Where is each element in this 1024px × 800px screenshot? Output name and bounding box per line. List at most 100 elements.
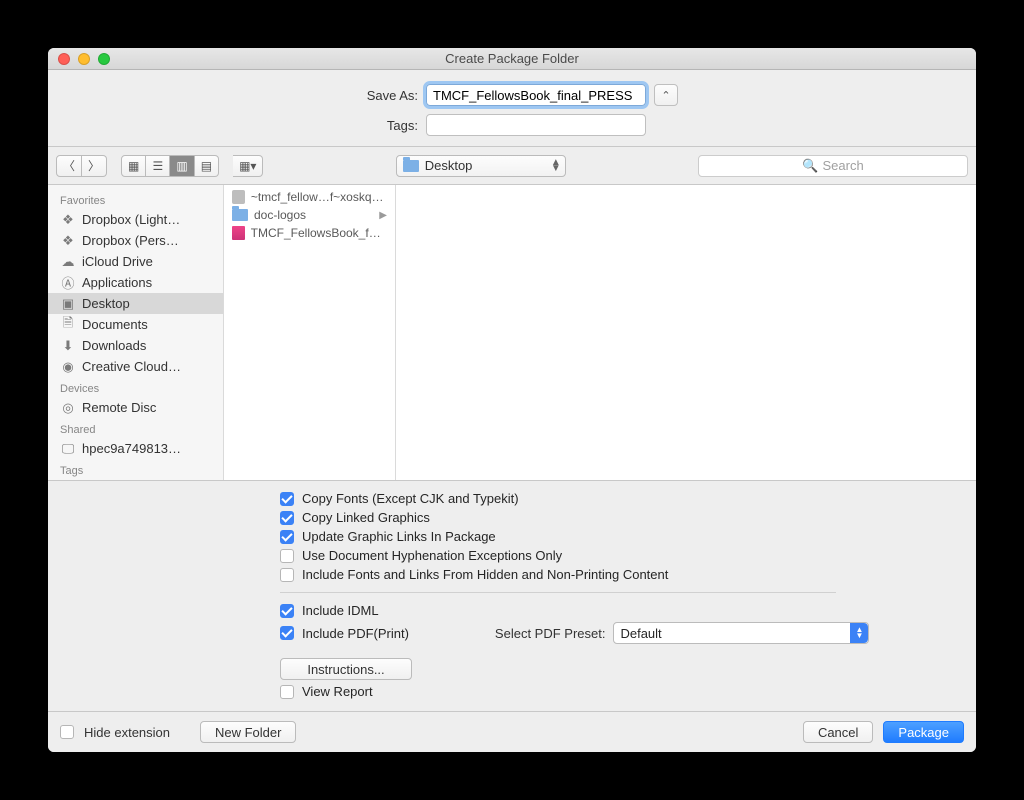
hide-extension-checkbox[interactable] (60, 725, 74, 739)
lock-icon (232, 190, 245, 204)
apps-icon: Ⓐ (60, 275, 76, 290)
file-column: ~tmcf_fellow…f~xoskqe.idlk doc-logos ▶ TMCF… (224, 185, 396, 480)
browser-toolbar: 〈 〉 ▦ ☰ ▥ ▤ ▦▾ Desktop ▲▼ 🔍 Search (48, 147, 976, 185)
include-idml-label: Include IDML (302, 603, 379, 618)
sidebar-header: Devices (48, 377, 223, 397)
sidebar-item-label: Creative Cloud… (82, 359, 181, 374)
columns-icon: ▥ (176, 159, 187, 173)
sidebar-item[interactable]: ❖ Dropbox (Pers… (48, 230, 223, 251)
sidebar-item-label: Dropbox (Pers… (82, 233, 179, 248)
cc-icon: ◉ (60, 359, 76, 374)
hyphenation-checkbox[interactable] (280, 549, 294, 563)
sidebar-item-label: Remote Disc (82, 400, 156, 415)
chevron-up-icon: ⌃ (661, 89, 670, 102)
sidebar-item[interactable]: ◎ Remote Disc (48, 397, 223, 418)
list-view-button[interactable]: ☰ (146, 155, 170, 177)
search-icon: 🔍 (802, 158, 818, 174)
file-row[interactable]: TMCF_FellowsBook_f1.indd (224, 224, 395, 242)
sidebar-item[interactable]: ⬇Downloads (48, 335, 223, 356)
sidebar-item-label: Applications (82, 275, 152, 290)
sidebar-item-label: Dropbox (Light… (82, 212, 180, 227)
updown-icon: ▲▼ (551, 160, 561, 172)
arrange-icon: ▦▾ (239, 159, 256, 173)
sidebar-item[interactable]: 🗎Documents (48, 314, 223, 335)
sidebar-item-label: Desktop (82, 296, 130, 311)
file-row[interactable]: doc-logos ▶ (224, 206, 395, 224)
sidebar-item[interactable]: ▣ Desktop (48, 293, 223, 314)
create-package-window: Create Package Folder Save As: ⌃ Tags: 〈… (48, 48, 976, 752)
chevron-left-icon: 〈 (63, 157, 75, 174)
pc-icon: 🖵 (60, 441, 76, 456)
file-row[interactable]: ~tmcf_fellow…f~xoskqe.idlk (224, 188, 395, 206)
hide-extension-label: Hide extension (84, 725, 170, 740)
save-as-input[interactable] (426, 84, 646, 106)
list-icon: ☰ (152, 159, 163, 173)
hidden-content-label: Include Fonts and Links From Hidden and … (302, 567, 668, 582)
package-button[interactable]: Package (883, 721, 964, 743)
hyphenation-label: Use Document Hyphenation Exceptions Only (302, 548, 562, 563)
file-browser: Favorites❖Dropbox (Light…❖Dropbox (Pers…… (48, 185, 976, 481)
sidebar-item-label: Downloads (82, 338, 146, 353)
new-folder-button[interactable]: New Folder (200, 721, 296, 743)
forward-button[interactable]: 〉 (82, 155, 107, 177)
window-title: Create Package Folder (48, 51, 976, 66)
indd-icon (232, 226, 245, 240)
search-placeholder: Search (822, 158, 863, 173)
sidebar-header: Tags (48, 459, 223, 479)
tags-input[interactable] (426, 114, 646, 136)
pdf-preset-select[interactable]: Default ▲▼ (613, 622, 869, 644)
dropbox-icon: ❖ (60, 212, 76, 227)
column-view: ~tmcf_fellow…f~xoskqe.idlk doc-logos ▶ TMCF… (224, 185, 976, 480)
sidebar-item[interactable]: ❖ Dropbox (Light… (48, 209, 223, 230)
sidebar-item[interactable]: ☁iCloud Drive (48, 251, 223, 272)
icon-view-button[interactable]: ▦ (121, 155, 146, 177)
update-links-label: Update Graphic Links In Package (302, 529, 496, 544)
sidebar-item-label: Documents (82, 317, 148, 332)
copy-graphics-checkbox[interactable] (280, 511, 294, 525)
expand-browser-button[interactable]: ⌃ (654, 84, 678, 106)
arrange-button[interactable]: ▦▾ (233, 155, 263, 177)
disc-icon: ◎ (60, 400, 76, 415)
file-column-empty (396, 185, 976, 480)
chevron-right-icon: ▶ (379, 210, 387, 221)
folder-icon (232, 209, 248, 221)
update-links-checkbox[interactable] (280, 530, 294, 544)
titlebar: Create Package Folder (48, 48, 976, 70)
include-pdf-checkbox[interactable] (280, 626, 294, 640)
coverflow-view-button[interactable]: ▤ (195, 155, 219, 177)
dropbox-icon: ❖ (60, 233, 76, 248)
updown-icon: ▲▼ (850, 623, 868, 643)
view-report-checkbox[interactable] (280, 685, 294, 699)
instructions-button[interactable]: Instructions... (280, 658, 412, 680)
sidebar: Favorites❖Dropbox (Light…❖Dropbox (Pers…… (48, 185, 224, 480)
divider (280, 592, 836, 593)
sidebar-header: Shared (48, 418, 223, 438)
save-area: Save As: ⌃ Tags: (48, 70, 976, 147)
search-field[interactable]: 🔍 Search (698, 155, 968, 177)
location-popup[interactable]: Desktop ▲▼ (396, 155, 566, 177)
cancel-button[interactable]: Cancel (803, 721, 873, 743)
save-as-label: Save As: (48, 88, 418, 103)
sidebar-item[interactable]: Ⓐ Applications (48, 272, 223, 293)
copy-graphics-label: Copy Linked Graphics (302, 510, 430, 525)
file-name: doc-logos (254, 208, 306, 222)
desktop-icon: ▣ (60, 296, 76, 311)
include-idml-checkbox[interactable] (280, 604, 294, 618)
location-label: Desktop (425, 158, 473, 173)
hidden-content-checkbox[interactable] (280, 568, 294, 582)
copy-fonts-label: Copy Fonts (Except CJK and Typekit) (302, 491, 519, 506)
back-button[interactable]: 〈 (56, 155, 82, 177)
cloud-icon: ☁ (60, 254, 76, 269)
pdf-preset-label: Select PDF Preset: (495, 626, 606, 641)
view-switcher: ▦ ☰ ▥ ▤ (121, 155, 219, 177)
dialog-footer: Hide extension New Folder Cancel Package (48, 712, 976, 752)
chevron-right-icon: 〉 (88, 157, 100, 174)
sidebar-item[interactable]: 🖵 hpec9a749813… (48, 438, 223, 459)
file-name: TMCF_FellowsBook_f1.indd (251, 226, 387, 240)
sidebar-item[interactable]: Red (48, 479, 223, 480)
grid-icon: ▦ (128, 159, 139, 173)
sidebar-item[interactable]: ◉ Creative Cloud… (48, 356, 223, 377)
copy-fonts-checkbox[interactable] (280, 492, 294, 506)
column-view-button[interactable]: ▥ (170, 155, 194, 177)
sidebar-item-label: hpec9a749813… (82, 441, 181, 456)
